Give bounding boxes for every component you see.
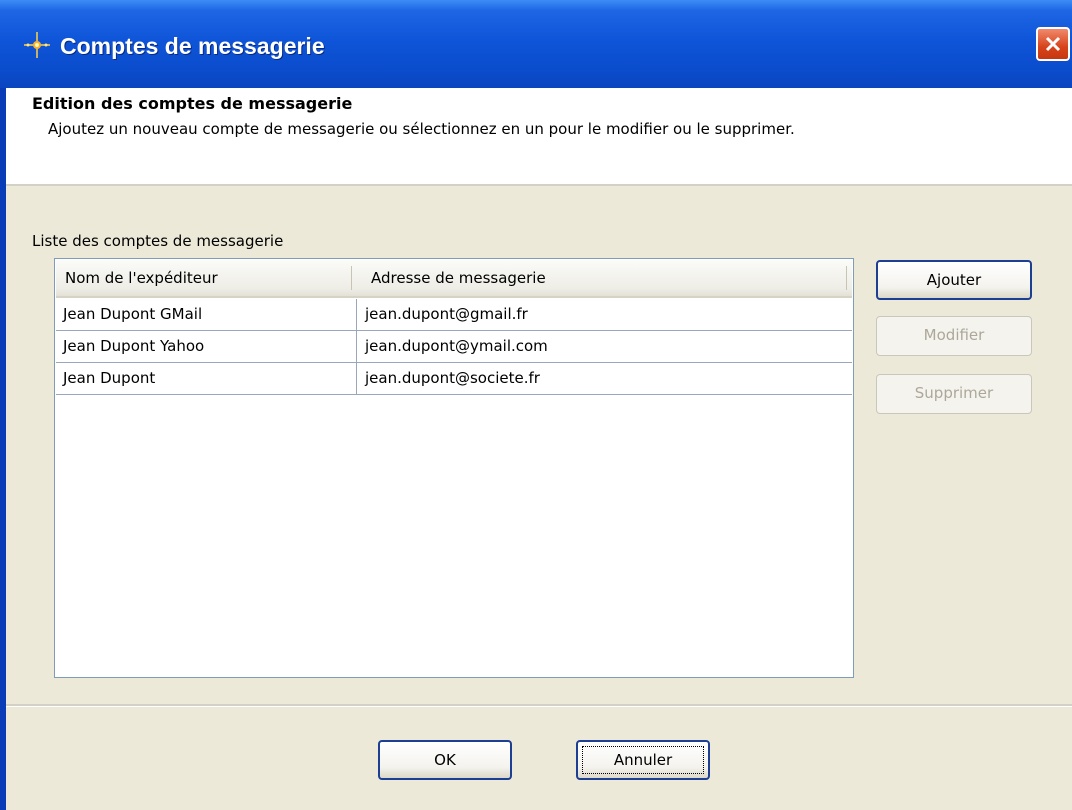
app-sparkle-icon [22, 30, 52, 60]
column-resize-handle[interactable] [846, 266, 847, 290]
footer-divider [6, 704, 1072, 707]
close-button[interactable] [1036, 27, 1070, 61]
table-row[interactable]: Jean Dupont Yahoo jean.dupont@ymail.com [56, 331, 852, 363]
column-divider [356, 363, 357, 394]
focus-rectangle [582, 746, 704, 774]
sender-name-cell: Jean Dupont GMail [63, 305, 203, 323]
column-divider [356, 331, 357, 362]
add-button[interactable]: Ajouter [876, 260, 1032, 300]
sender-name-cell: Jean Dupont Yahoo [63, 337, 205, 355]
table-row[interactable]: Jean Dupont GMail jean.dupont@gmail.fr [56, 299, 852, 331]
column-header-sender-name[interactable]: Nom de l'expéditeur [65, 260, 218, 296]
accounts-list-label: Liste des comptes de messagerie [32, 232, 284, 250]
email-cell: jean.dupont@gmail.fr [365, 305, 528, 323]
header-title: Edition des comptes de messagerie [32, 94, 353, 113]
delete-button[interactable]: Supprimer [876, 374, 1032, 414]
window-title: Comptes de messagerie [60, 33, 325, 59]
column-header-email-address[interactable]: Adresse de messagerie [371, 260, 546, 296]
email-cell: jean.dupont@ymail.com [365, 337, 548, 355]
table-row[interactable]: Jean Dupont jean.dupont@societe.fr [56, 363, 852, 395]
edit-button[interactable]: Modifier [876, 316, 1032, 356]
table-header: Nom de l'expéditeur Adresse de messageri… [56, 260, 852, 298]
dialog-body: Edition des comptes de messagerie Ajoute… [6, 88, 1072, 810]
header-description: Ajoutez un nouveau compte de messagerie … [48, 120, 795, 138]
ok-button[interactable]: OK [378, 740, 512, 780]
accounts-table[interactable]: Nom de l'expéditeur Adresse de messageri… [54, 258, 854, 678]
dialog-window: Comptes de messagerie Edition des compte… [0, 0, 1072, 810]
title-bar[interactable]: Comptes de messagerie [0, 0, 1072, 88]
cancel-button[interactable]: Annuler [576, 740, 710, 780]
column-divider [356, 299, 357, 330]
sender-name-cell: Jean Dupont [63, 369, 156, 387]
column-resize-handle[interactable] [351, 266, 352, 290]
header-panel: Edition des comptes de messagerie Ajoute… [6, 88, 1072, 186]
email-cell: jean.dupont@societe.fr [365, 369, 540, 387]
